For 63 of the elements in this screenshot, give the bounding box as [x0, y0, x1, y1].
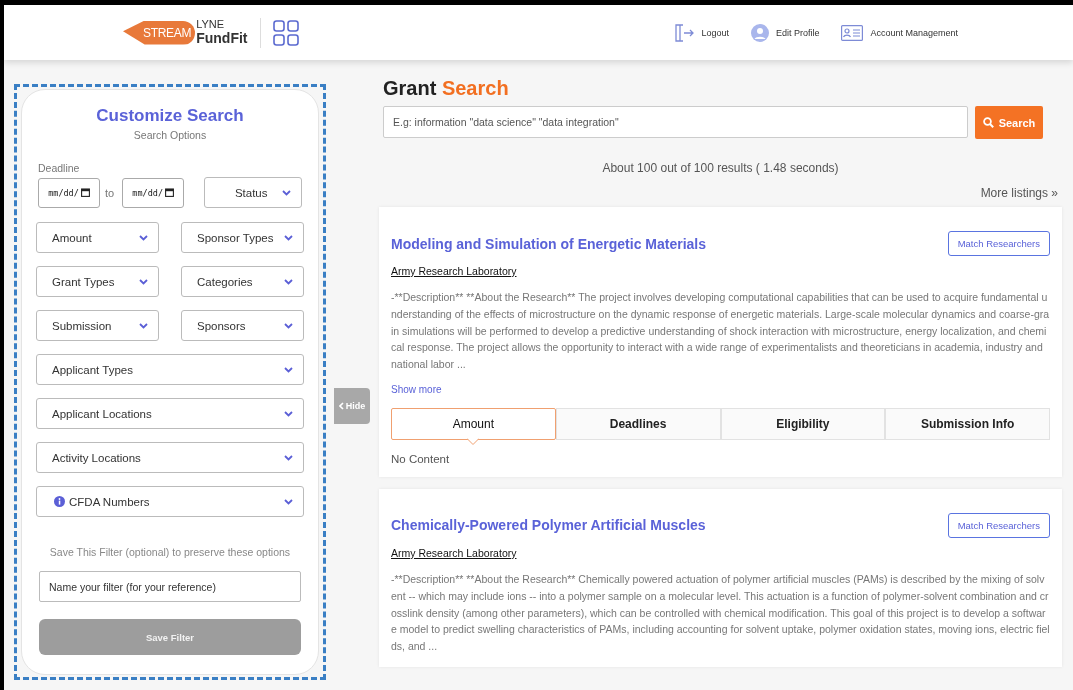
id-card-icon	[841, 24, 864, 41]
grant-description: -**Description** **About the Research** The project involves developing computational capabilities that can be used to acquire fundamental understanding of the effects of microstructure on the dynamic response of energetic materials. Large-scale molecular dynamics and coarse-grain simulations will be performed to develop a predictive understanding of shock interaction with microstructure, energy localization, and chemical response. The project allows the opportunity to interact with a wide range of experimentalists and theoreticians in academia, industry and national labor ...	[391, 290, 1050, 373]
avatar-icon	[750, 23, 769, 42]
grant-title-link[interactable]: Modeling and Simulation of Energetic Materials	[391, 235, 707, 252]
nav-link[interactable]: Logout	[674, 23, 729, 42]
chevron-down-icon	[139, 322, 148, 329]
sponsor-link[interactable]: Army Research Laboratory	[391, 265, 517, 277]
filter-dropdown[interactable]: CFDA Numbers	[36, 486, 304, 517]
chevron-down-icon	[284, 278, 293, 285]
filter-dropdown[interactable]: Amount	[36, 222, 159, 253]
chevron-down-icon	[284, 454, 293, 461]
match-researchers-button[interactable]: Match Researchers	[947, 231, 1050, 256]
tab-content-text: No Content	[391, 453, 451, 465]
date-field[interactable]: mm/dd/	[38, 177, 100, 208]
filter-dropdown[interactable]: Submission	[36, 310, 159, 341]
filter-dropdown[interactable]: Sponsors	[181, 310, 304, 341]
info-icon	[54, 496, 65, 507]
chevron-down-icon	[284, 498, 293, 505]
search-icon	[982, 117, 994, 128]
date-separator: to	[105, 186, 115, 199]
status-dropdown[interactable]: Status	[204, 177, 303, 208]
logo-text: LYNE	[196, 18, 226, 30]
logo-product-name: FundFit	[196, 30, 248, 45]
date-field[interactable]: mm/dd/	[122, 177, 185, 208]
save-filter-hint: Save This Filter (optional) to preserve these options	[48, 546, 292, 558]
calendar-icon	[80, 188, 90, 197]
filter-name-field[interactable]: Name your filter (for your reference)	[39, 571, 301, 602]
nav-link[interactable]: Account Management	[841, 24, 958, 41]
nav-link[interactable]: Edit Profile	[750, 23, 820, 42]
show-more-link[interactable]: Show more	[391, 384, 442, 395]
more-listings-link[interactable]: More listings »	[980, 186, 1058, 200]
filter-dropdown[interactable]: Sponsor Types	[181, 222, 304, 253]
chevron-down-icon	[139, 234, 148, 241]
match-researchers-button[interactable]: Match Researchers	[947, 513, 1050, 538]
panel-title: Customize Search	[95, 106, 245, 126]
filter-dropdown[interactable]: Activity Locations	[36, 442, 304, 473]
search-field[interactable]: E.g: information "data science" "data integration"	[383, 106, 968, 138]
chevron-down-icon	[284, 234, 293, 241]
logout-icon	[674, 23, 695, 42]
chevron-down-icon	[284, 410, 293, 417]
grant-description: -**Description** **About the Research** Chemically powered actuation of polymer artificial muscles (PAMs) is described by the mixing of solvent -- which may include ions -- into a polymer sample on a molecular level. This actuation is a function of polymer-solvent combination and crosslink density (among other parameters), which can be controlled with chemical modification. This goal of this project is to develop a software model to predict swelling characteristics of PAMs, including accounting for solvent uptake, polymer oxidation states, moving ions, electric fields, and ...	[391, 572, 1050, 655]
filter-dropdown[interactable]: Categories	[181, 266, 304, 297]
page-title: Grant Search	[383, 77, 510, 100]
deadline-label: Deadline	[38, 162, 81, 174]
grant-title-link[interactable]: Chemically-Powered Polymer Artificial Muscles	[391, 517, 706, 534]
filter-dropdown[interactable]: Grant Types	[36, 266, 159, 297]
panel-subtitle: Search Options	[132, 129, 208, 141]
chevron-down-icon	[282, 189, 292, 196]
filter-dropdown[interactable]: Applicant Types	[36, 354, 304, 385]
calendar-icon	[165, 188, 175, 197]
chevron-down-icon	[284, 366, 293, 373]
detail-tab[interactable]: Submission Info	[885, 408, 1050, 440]
grid-icon[interactable]	[272, 19, 299, 46]
detail-tab[interactable]: Eligibility	[720, 408, 886, 440]
filter-dropdown[interactable]: Applicant Locations	[36, 398, 304, 429]
detail-tab[interactable]: Deadlines	[555, 408, 721, 440]
chevron-down-icon	[139, 278, 148, 285]
sponsor-link[interactable]: Army Research Laboratory	[391, 547, 517, 559]
logo-mark: STREAM	[123, 20, 196, 45]
chevron-left-icon	[338, 402, 344, 410]
results-summary: About 100 out of 100 results ( 1.48 seconds)	[601, 161, 840, 175]
tab-pointer-icon	[467, 438, 480, 445]
chevron-down-icon	[284, 322, 293, 329]
